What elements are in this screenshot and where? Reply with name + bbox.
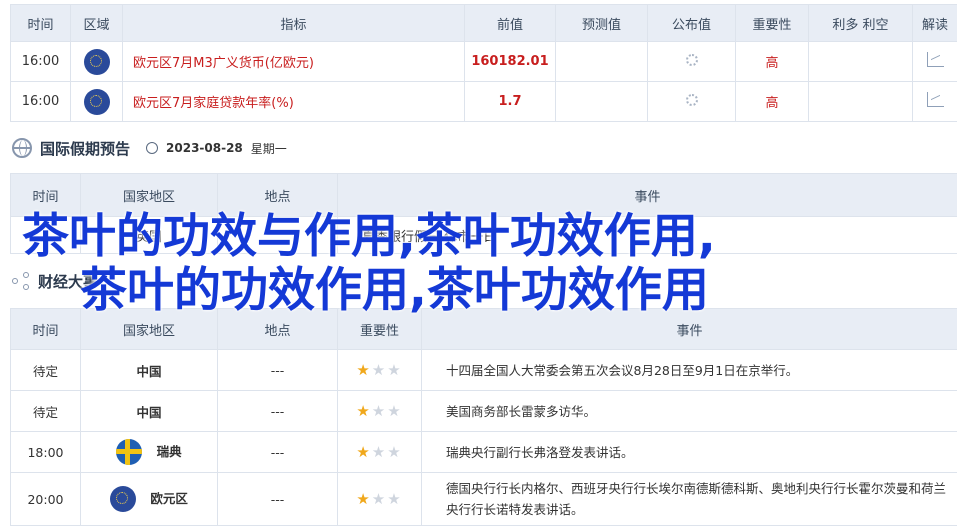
col-indicator: 指标 xyxy=(122,4,465,42)
table-row[interactable]: 16:00 欧元区7月家庭贷款年率(%) 1.7 高 xyxy=(10,81,957,122)
star-rating-icon: ★★★ xyxy=(356,443,403,461)
overlay-line-2: 茶叶的功效作用,茶叶功效作用 xyxy=(80,263,709,318)
forecast-value xyxy=(555,41,648,82)
importance-cell: ★★★ xyxy=(337,472,422,526)
region-cell xyxy=(70,41,123,82)
events-table: 时间 国家地区 地点 重要性 事件 待定 中国 --- ★★★ 十四届全国人大常… xyxy=(10,308,957,526)
importance-cell: ★★★ xyxy=(337,431,422,473)
country-cell: 中国 xyxy=(80,390,218,432)
col-actual: 公布值 xyxy=(647,4,736,42)
holiday-section-header: 国际假期预告 2023-08-28 星期一 xyxy=(12,136,287,160)
place-cell: --- xyxy=(217,390,338,432)
eu-flag-icon xyxy=(110,486,137,512)
importance-value: 高 xyxy=(735,81,809,122)
time-cell: 待定 xyxy=(10,390,81,432)
place-cell: --- xyxy=(217,349,338,391)
event-cell: 十四届全国人大常委会第五次会议8月28日至9月1日在京举行。 xyxy=(421,349,957,391)
col-importance: 重要性 xyxy=(735,4,809,42)
prev-value: 160182.01 xyxy=(464,41,556,82)
prev-value: 1.7 xyxy=(464,81,556,122)
analysis-cell[interactable] xyxy=(912,41,957,82)
col-prev: 前值 xyxy=(464,4,556,42)
eu-flag-icon xyxy=(83,88,110,115)
section-date: 2023-08-28 xyxy=(166,141,243,155)
star-rating-icon: ★★★ xyxy=(356,402,403,420)
col-time: 时间 xyxy=(10,4,71,42)
star-rating-icon: ★★★ xyxy=(356,361,403,379)
indicator-link[interactable]: 欧元区7月M3广义货币(亿欧元) xyxy=(122,41,465,82)
actual-value xyxy=(647,81,736,122)
event-cell: 瑞典央行副行长弗洛登发表讲话。 xyxy=(421,431,957,473)
table-row[interactable]: 16:00 欧元区7月M3广义货币(亿欧元) 160182.01 高 xyxy=(10,41,957,82)
impact-value xyxy=(808,81,913,122)
forecast-value xyxy=(555,81,648,122)
importance-value: 高 xyxy=(735,41,809,82)
overlay-title: 茶叶的功效与作用,茶叶功效作用, 茶叶的功效作用,茶叶功效作用 xyxy=(22,210,952,318)
country-cell: 中国 xyxy=(80,349,218,391)
table-row: 待定 中国 --- ★★★ 美国商务部长雷蒙多访华。 xyxy=(10,390,957,432)
importance-cell: ★★★ xyxy=(337,349,422,391)
globe-icon xyxy=(12,138,32,158)
table-header-row: 时间 区域 指标 前值 预测值 公布值 重要性 利多 利空 解读 xyxy=(10,4,957,42)
importance-cell: ★★★ xyxy=(337,390,422,432)
indicator-link[interactable]: 欧元区7月家庭贷款年率(%) xyxy=(122,81,465,122)
actual-value xyxy=(647,41,736,82)
place-cell: --- xyxy=(217,472,338,526)
chart-icon[interactable] xyxy=(926,92,944,107)
time-cell: 20:00 xyxy=(10,472,81,526)
col-impact: 利多 利空 xyxy=(808,4,913,42)
country-cell: 瑞典 xyxy=(80,431,218,473)
table-row: 20:00 欧元区 --- ★★★ 德国央行行长内格尔、西班牙央行行长埃尔南德斯… xyxy=(10,472,957,526)
clock-icon xyxy=(146,142,159,154)
col-region: 区域 xyxy=(70,4,123,42)
country-name: 瑞典 xyxy=(156,443,182,459)
economic-indicator-table: 时间 区域 指标 前值 预测值 公布值 重要性 利多 利空 解读 16:00 欧… xyxy=(10,4,957,122)
country-name: 欧元区 xyxy=(150,490,188,506)
table-row: 待定 中国 --- ★★★ 十四届全国人大常委会第五次会议8月28日至9月1日在… xyxy=(10,349,957,391)
loading-spinner-icon xyxy=(685,53,698,66)
impact-value xyxy=(808,41,913,82)
event-cell: 美国商务部长雷蒙多访华。 xyxy=(421,390,957,432)
country-cell: 欧元区 xyxy=(80,472,218,526)
analysis-cell[interactable] xyxy=(912,81,957,122)
time-cell: 16:00 xyxy=(10,41,71,82)
place-cell: --- xyxy=(217,431,338,473)
region-cell xyxy=(70,81,123,122)
eu-flag-icon xyxy=(83,48,110,75)
loading-spinner-icon xyxy=(685,93,698,106)
overlay-line-1: 茶叶的功效与作用,茶叶功效作用, xyxy=(22,209,716,264)
time-cell: 16:00 xyxy=(10,81,71,122)
star-rating-icon: ★★★ xyxy=(356,490,403,508)
event-cell: 德国央行行长内格尔、西班牙央行行长埃尔南德斯德科斯、奥地利央行行长霍尔茨曼和荷兰… xyxy=(421,472,957,526)
chart-icon[interactable] xyxy=(926,52,944,67)
table-row: 18:00 瑞典 --- ★★★ 瑞典央行副行长弗洛登发表讲话。 xyxy=(10,431,957,473)
time-cell: 待定 xyxy=(10,349,81,391)
col-analysis: 解读 xyxy=(912,4,957,42)
col-forecast: 预测值 xyxy=(555,4,648,42)
section-weekday: 星期一 xyxy=(250,141,287,156)
section-title: 国际假期预告 xyxy=(40,139,131,158)
sweden-flag-icon xyxy=(116,439,143,465)
time-cell: 18:00 xyxy=(10,431,81,473)
